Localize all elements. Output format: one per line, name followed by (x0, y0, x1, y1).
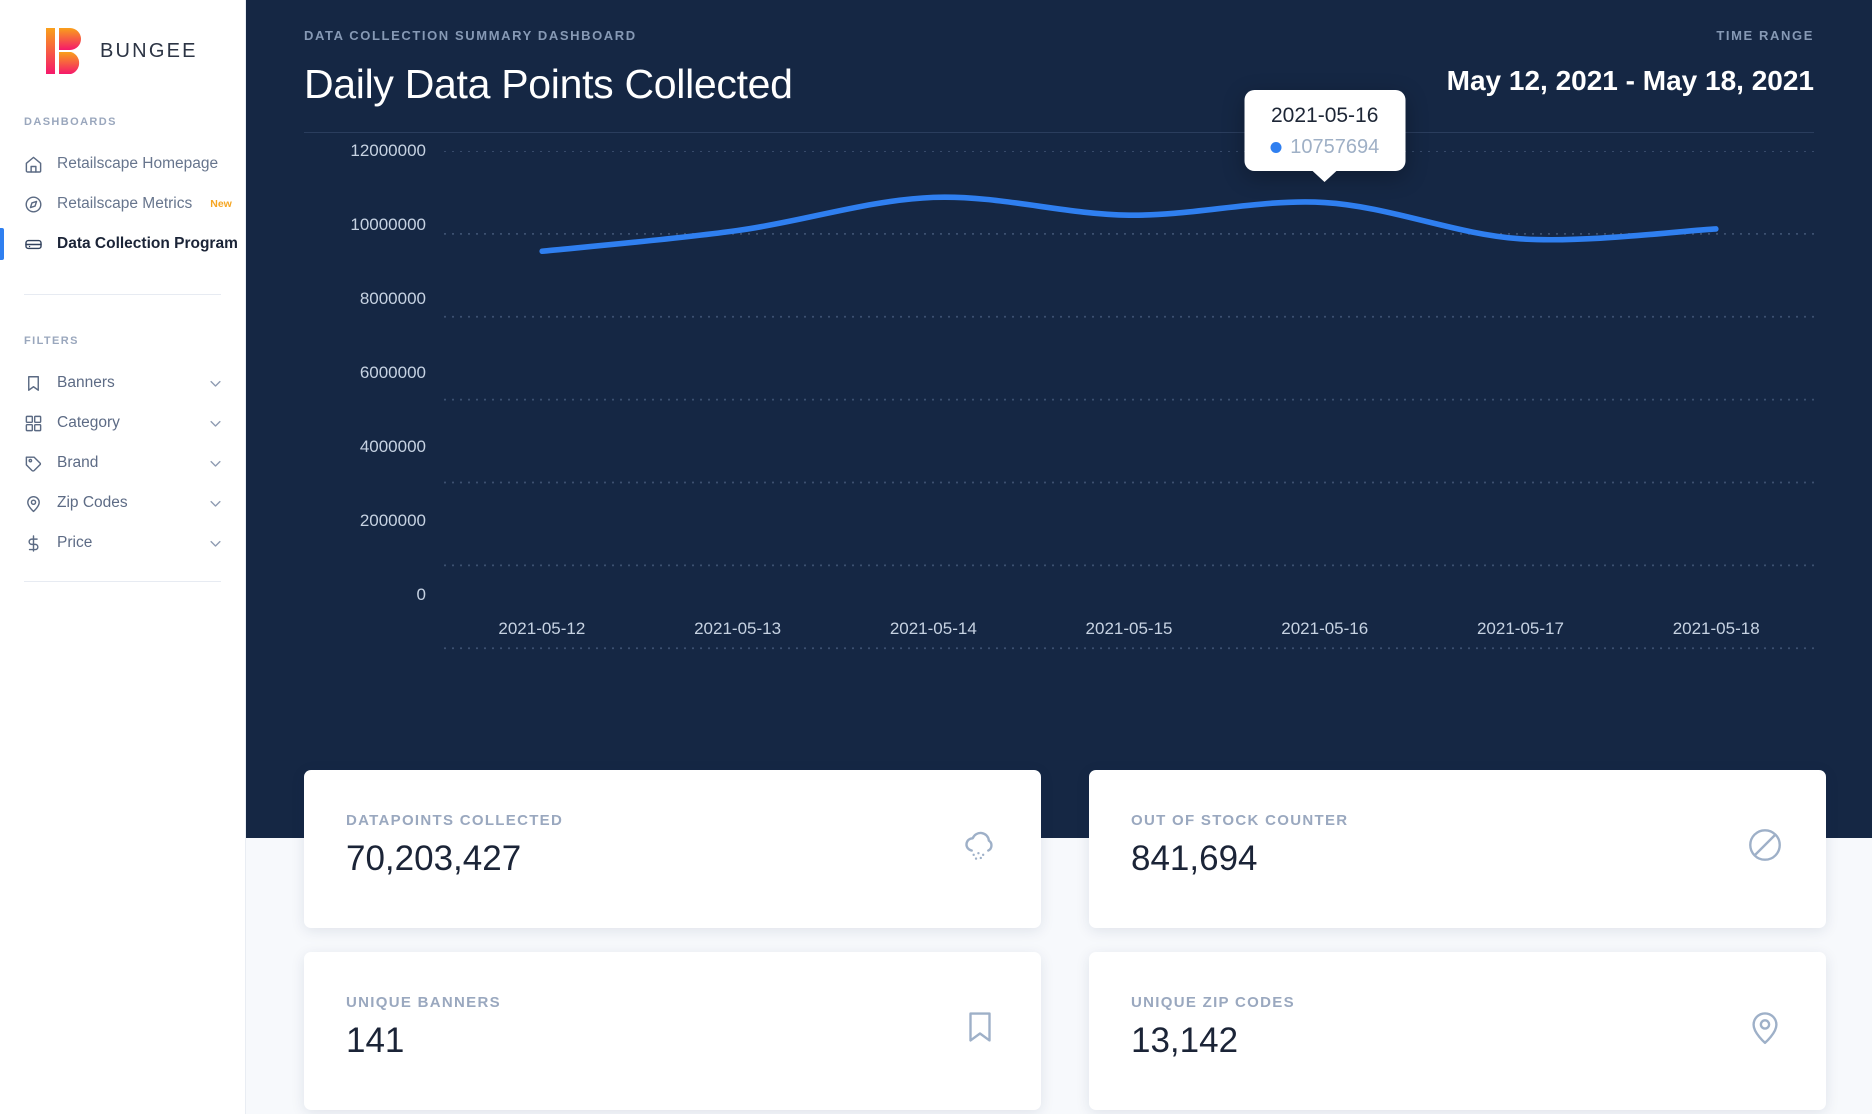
card-label: UNIQUE BANNERS (346, 994, 501, 1011)
sidebar-item-label: Retailscape Homepage (57, 155, 219, 172)
chart-top-divider (304, 132, 1814, 133)
card-text: DATAPOINTS COLLECTED 70,203,427 (346, 812, 563, 879)
tooltip-value-row: 10757694 (1270, 136, 1379, 159)
bookmark-icon (24, 374, 43, 393)
hero-left: DATA COLLECTION SUMMARY DASHBOARD Daily … (304, 28, 793, 108)
metric-card-unique-zip-codes[interactable]: UNIQUE ZIP CODES 13,142 (1089, 952, 1826, 1110)
filter-label: Category (57, 414, 120, 431)
filters-section-label: FILTERS (24, 335, 79, 347)
x-axis: 2021-05-12 2021-05-13 2021-05-14 2021-05… (444, 619, 1814, 639)
card-value: 141 (346, 1021, 405, 1060)
filter-label: Brand (57, 454, 99, 471)
x-tick-label: 2021-05-13 (694, 619, 782, 638)
chevron-down-icon[interactable] (208, 496, 223, 511)
sidebar-item-data-collection-program[interactable]: Data Collection Program (0, 224, 245, 264)
x-tick-label: 2021-05-15 (1085, 619, 1173, 638)
chevron-down-icon[interactable] (208, 536, 223, 551)
sidebar: BUNGEE DASHBOARDS Retailscape Homepage R… (0, 0, 246, 1114)
line-chart[interactable]: 12000000 10000000 8000000 6000000 400000… (304, 90, 1814, 711)
filter-label: Banners (57, 374, 115, 391)
bungee-logo-icon (44, 26, 86, 76)
tooltip-value: 10757694 (1290, 136, 1380, 159)
time-range-block[interactable]: TIME RANGE May 12, 2021 - May 18, 2021 (1447, 28, 1814, 108)
chevron-down-icon[interactable] (208, 456, 223, 471)
x-tick-label: 2021-05-14 (889, 619, 977, 638)
map-pin-icon (1746, 994, 1784, 1046)
filter-price[interactable]: Price (0, 523, 245, 563)
page-eyebrow: DATA COLLECTION SUMMARY DASHBOARD (304, 28, 637, 43)
sidebar-divider-top (24, 294, 221, 295)
metric-card-datapoints-collected[interactable]: DATAPOINTS COLLECTED 70,203,427 (304, 770, 1041, 928)
sidebar-item-label: Retailscape Metrics (57, 195, 193, 212)
x-tick-label: 2021-05-18 (1672, 619, 1760, 638)
database-icon (24, 235, 43, 254)
dashboards-section-label: DASHBOARDS (24, 116, 117, 128)
bookmark-icon (961, 994, 999, 1046)
chevron-down-icon[interactable] (208, 376, 223, 391)
x-tick-label: 2021-05-12 (498, 619, 586, 638)
time-range-label: TIME RANGE (1716, 28, 1814, 43)
chart-line-series (539, 194, 1719, 255)
card-text: UNIQUE ZIP CODES 13,142 (1131, 994, 1295, 1061)
filter-label: Price (57, 534, 93, 551)
filter-category[interactable]: Category (0, 403, 245, 443)
sidebar-divider-bottom (24, 581, 221, 582)
tooltip-arrow (1311, 170, 1338, 183)
filter-label: Zip Codes (57, 494, 128, 511)
time-range-value: May 12, 2021 - May 18, 2021 (1446, 65, 1814, 96)
grid-icon (24, 414, 43, 433)
card-label: DATAPOINTS COLLECTED (346, 812, 564, 829)
metric-cards: DATAPOINTS COLLECTED 70,203,427 OUT OF S… (304, 770, 1826, 1110)
compass-icon (24, 195, 43, 214)
card-value: 70,203,427 (346, 839, 522, 878)
hero-header: DATA COLLECTION SUMMARY DASHBOARD Daily … (246, 0, 1872, 108)
metric-card-unique-banners[interactable]: UNIQUE BANNERS 141 (304, 952, 1041, 1110)
chart-tooltip: 2021-05-16 10757694 (1244, 90, 1406, 183)
hero-panel: DATA COLLECTION SUMMARY DASHBOARD Daily … (246, 0, 1872, 838)
brand-name: BUNGEE (100, 39, 198, 62)
tooltip-date: 2021-05-16 (1270, 104, 1379, 128)
tag-icon (24, 454, 43, 473)
tooltip-series-dot (1270, 142, 1282, 154)
slash-circle-icon (1746, 812, 1784, 864)
chart-container: 12000000 10000000 8000000 6000000 400000… (304, 90, 1814, 732)
dashboard-app: BUNGEE DASHBOARDS Retailscape Homepage R… (0, 0, 1872, 1114)
filter-banners[interactable]: Banners (0, 363, 245, 403)
dollar-icon (24, 534, 43, 553)
new-badge: New (210, 198, 232, 210)
card-label: UNIQUE ZIP CODES (1131, 994, 1295, 1011)
x-tick-label: 2021-05-16 (1281, 619, 1369, 638)
card-text: UNIQUE BANNERS 141 (346, 994, 501, 1061)
filter-brand[interactable]: Brand (0, 443, 245, 483)
page-title: Daily Data Points Collected (304, 61, 793, 107)
card-value: 13,142 (1131, 1021, 1239, 1060)
x-tick-label: 2021-05-17 (1476, 619, 1564, 638)
cloud-drizzle-icon (961, 812, 999, 864)
card-label: OUT OF STOCK COUNTER (1131, 812, 1349, 829)
brand: BUNGEE (0, 0, 245, 76)
sidebar-item-retailscape-homepage[interactable]: Retailscape Homepage (0, 144, 245, 184)
gridlines (444, 151, 1814, 650)
card-text: OUT OF STOCK COUNTER 841,694 (1131, 812, 1348, 879)
sidebar-item-retailscape-metrics[interactable]: Retailscape Metrics New (0, 184, 245, 224)
card-value: 841,694 (1131, 839, 1258, 878)
metric-card-out-of-stock-counter[interactable]: OUT OF STOCK COUNTER 841,694 (1089, 770, 1826, 928)
filter-zip-codes[interactable]: Zip Codes (0, 483, 245, 523)
chevron-down-icon[interactable] (208, 416, 223, 431)
sidebar-item-label: Data Collection Program (57, 235, 238, 252)
map-pin-icon (24, 494, 43, 513)
home-icon (24, 155, 43, 174)
main-content: DATA COLLECTION SUMMARY DASHBOARD Daily … (246, 0, 1872, 1114)
